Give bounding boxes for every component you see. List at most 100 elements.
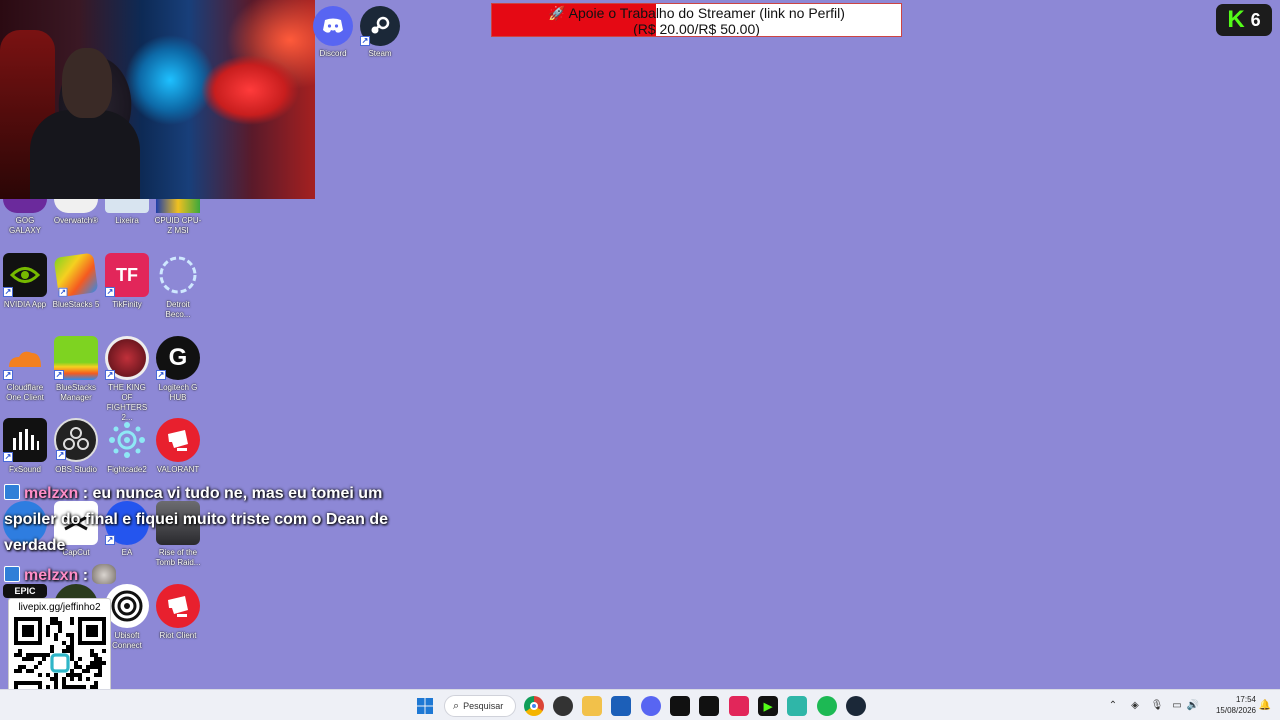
- kick-k-icon: K: [1227, 6, 1245, 33]
- tikfinity-icon: TF ↗: [105, 253, 149, 297]
- taskbar-clock[interactable]: 17:54 15/08/2026: [1204, 694, 1256, 716]
- gog-galaxy-icon: [3, 199, 47, 213]
- donation-amount: (R$ 20.00/R$ 50.00): [633, 21, 760, 37]
- search-label: Pesquisar: [463, 701, 504, 711]
- icon-label: VALORANT: [156, 465, 200, 474]
- cloudflare-icon: ↗: [3, 336, 47, 380]
- steam-icon: ↗: [360, 6, 400, 46]
- desktop-icon-valorant[interactable]: VALORANT: [153, 418, 203, 475]
- icon-label: BlueStacks 5: [52, 300, 100, 309]
- desktop-icon-cloudflare[interactable]: ↗ Cloudflare One Client: [0, 336, 50, 403]
- desktop-icon-logitech-ghub[interactable]: G ↗ Logitech G HUB: [153, 336, 203, 403]
- ubisoft-icon: [105, 584, 149, 628]
- streamer-head: [62, 48, 112, 118]
- discord-icon[interactable]: [641, 696, 661, 716]
- volume-icon[interactable]: 🔊: [1186, 690, 1200, 720]
- donation-goal-text: 🚀 Apoie o Trabalho do Streamer (link no …: [492, 4, 901, 36]
- icon-label: Logitech G HUB: [158, 383, 198, 402]
- fxsound-icon: ↗: [3, 418, 47, 462]
- taskbar: ⌕ Pesquisar ▶ ⌃ ◈ 🎙 ▭ 🔊 17:54 15/08/2026…: [0, 689, 1280, 720]
- desktop-icon-tikfinity[interactable]: TF ↗ TikFinity: [102, 253, 152, 310]
- desktop-icon-steam[interactable]: ↗ Steam: [355, 6, 405, 59]
- chat-message: melzxn :: [4, 563, 399, 589]
- donation-title: 🚀 Apoie o Trabalho do Streamer (link no …: [548, 5, 845, 21]
- donation-goal-banner: 🚀 Apoie o Trabalho do Streamer (link no …: [491, 3, 902, 37]
- notification-bell-icon[interactable]: 🔔: [1258, 690, 1272, 720]
- notepad-icon[interactable]: [787, 696, 807, 716]
- riot-fist-icon: [156, 584, 200, 628]
- store-icon[interactable]: [611, 696, 631, 716]
- nvidia-icon: ↗: [3, 253, 47, 297]
- kick-icon[interactable]: ▶: [758, 696, 778, 716]
- start-button[interactable]: [415, 696, 435, 716]
- chat-separator: :: [78, 485, 93, 502]
- desktop-icon-kof[interactable]: ↗ THE KING OF FIGHTERS 2...: [102, 336, 152, 423]
- desktop-icon-obs-studio[interactable]: ↗ OBS Studio: [51, 418, 101, 475]
- logitech-g-icon: G ↗: [156, 336, 200, 380]
- icon-label: Detroit Beco...: [165, 300, 191, 319]
- kick-badge-icon: [4, 484, 20, 500]
- recycle-bin-icon: [105, 199, 149, 213]
- icon-label: TikFinity: [112, 300, 142, 309]
- windows-icon: [417, 698, 433, 714]
- desktop-icon-detroit[interactable]: Detroit Beco...: [153, 253, 203, 320]
- file-explorer-icon[interactable]: [582, 696, 602, 716]
- icon-label: Lixeira: [115, 216, 139, 225]
- icon-label: Steam: [368, 49, 392, 58]
- chevron-up-icon[interactable]: ⌃: [1106, 690, 1120, 720]
- chat-separator: :: [78, 567, 93, 584]
- security-icon[interactable]: ◈: [1128, 690, 1142, 720]
- icon-label: GOG GALAXY: [8, 216, 41, 235]
- fightcade-icon: [105, 418, 149, 462]
- riot-fist-icon: [156, 418, 200, 462]
- microphone-icon[interactable]: 🎙: [1150, 690, 1164, 720]
- desktop-icon-gog-galaxy[interactable]: GOG GALAXY: [0, 199, 50, 236]
- icon-label: FxSound: [8, 465, 42, 474]
- taskbar-search[interactable]: ⌕ Pesquisar: [444, 695, 516, 717]
- tikfinity-icon[interactable]: [729, 696, 749, 716]
- desktop-icon-bluestacks-5[interactable]: ↗ BlueStacks 5: [51, 252, 101, 310]
- chat-message: melzxn : eu nunca vi tudo ne, mas eu tom…: [4, 481, 399, 559]
- chat-username: melzxn: [24, 485, 79, 502]
- obs-icon: ↗: [54, 418, 98, 462]
- icon-label: Discord: [319, 49, 347, 58]
- qr-url: livepix.gg/jeffinho2: [18, 602, 101, 613]
- desktop-icon-overwatch[interactable]: Overwatch®: [51, 199, 101, 226]
- desktop-icon-recycle-bin[interactable]: Lixeira: [102, 199, 152, 226]
- icon-label: BlueStacks Manager: [55, 383, 97, 402]
- desktop-icon-fightcade[interactable]: Fightcade2: [102, 418, 152, 475]
- bluestacks-manager-icon: ↗: [54, 336, 98, 380]
- clock-time: 17:54: [1235, 695, 1256, 704]
- cpuz-icon: [156, 199, 200, 213]
- icon-label: OBS Studio: [55, 465, 97, 474]
- icon-label: Fightcade2: [107, 465, 147, 474]
- icon-label: NVIDIA App: [3, 300, 47, 309]
- icon-label: Riot Client: [159, 631, 197, 640]
- desktop-icon-riot-client[interactable]: Riot Client: [153, 584, 203, 641]
- chat-username: melzxn: [24, 567, 79, 584]
- icon-label: THE KING OF FIGHTERS 2...: [106, 383, 148, 422]
- webcam-overlay: [0, 0, 315, 199]
- icon-label: Overwatch®: [53, 216, 99, 225]
- spotify-icon[interactable]: [817, 696, 837, 716]
- desktop-icon-nvidia-app[interactable]: ↗ NVIDIA App: [0, 253, 50, 310]
- desktop-icon-cpuz[interactable]: CPUID CPU-Z MSI: [153, 199, 203, 236]
- search-icon: ⌕: [453, 699, 460, 712]
- cat-emote-icon: [92, 564, 117, 584]
- steam-icon[interactable]: [846, 696, 866, 716]
- overwatch-icon: [54, 199, 98, 213]
- fxsound-icon[interactable]: [699, 696, 719, 716]
- desktop-icon-bluestacks-manager[interactable]: ↗ BlueStacks Manager: [51, 336, 101, 403]
- desktop-icon-discord[interactable]: Discord: [308, 6, 358, 59]
- detroit-icon: [156, 253, 200, 297]
- app-icon[interactable]: [553, 696, 573, 716]
- desktop-icon-fxsound[interactable]: ↗ FxSound: [0, 418, 50, 475]
- kick-number: 6: [1250, 9, 1261, 30]
- kof-icon: ↗: [105, 336, 149, 380]
- kick-badge-icon: [4, 566, 20, 582]
- piano-icon[interactable]: [670, 696, 690, 716]
- discord-icon: [313, 6, 353, 46]
- icon-label: CPUID CPU-Z MSI: [154, 216, 202, 235]
- chrome-icon[interactable]: [524, 696, 544, 716]
- network-icon[interactable]: ▭: [1170, 690, 1184, 720]
